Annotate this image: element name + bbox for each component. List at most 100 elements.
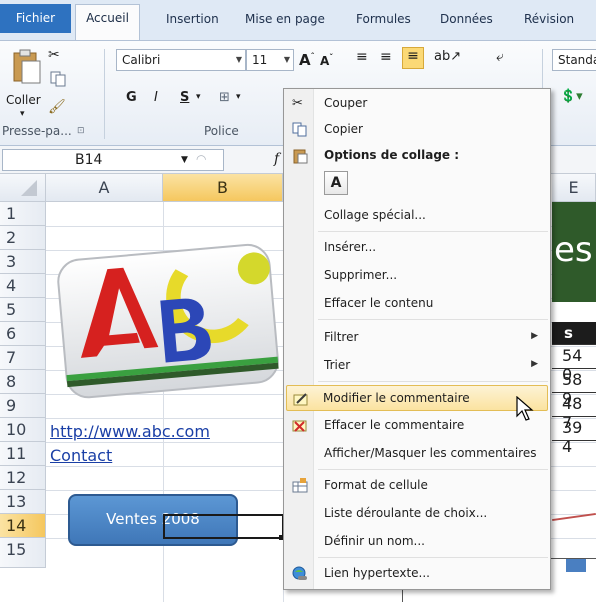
currency-format-icon[interactable]: 💲▾: [560, 89, 583, 104]
paste-option-icon[interactable]: A: [324, 171, 348, 195]
orientation-icon[interactable]: ab↗: [434, 49, 461, 64]
scissors-icon[interactable]: ✂: [48, 47, 60, 63]
menu-item-lien-hypertexte[interactable]: Lien hypertexte...: [286, 561, 548, 587]
dialog-launcher-icon[interactable]: ⊡: [77, 126, 85, 136]
name-box[interactable]: B14 ▼: [2, 149, 224, 171]
green-banner: es: [552, 202, 596, 302]
row-header-5[interactable]: 5: [0, 298, 46, 322]
value-cell: 39 4: [562, 418, 583, 456]
copy-button[interactable]: [50, 71, 66, 87]
banner-text: es: [554, 230, 593, 270]
row-header-14[interactable]: 14: [0, 514, 46, 538]
tab-formules[interactable]: Formules: [356, 12, 411, 26]
submenu-arrow-icon: ▶: [531, 331, 538, 341]
tab-accueil[interactable]: Accueil: [75, 4, 140, 41]
abc-logo-image[interactable]: [52, 240, 286, 400]
column-header-e[interactable]: E: [552, 174, 596, 202]
font-size-select[interactable]: 11 ▼: [246, 49, 294, 71]
tab-insertion[interactable]: Insertion: [166, 12, 219, 26]
row-header-10[interactable]: 10: [0, 418, 46, 442]
paste-button[interactable]: [10, 49, 42, 85]
menu-item-inserer[interactable]: Insérer...: [286, 235, 548, 261]
menu-item-copier[interactable]: Copier: [286, 117, 548, 143]
row-header-3[interactable]: 3: [0, 250, 46, 274]
format-cells-icon: [292, 478, 308, 494]
row-header-12[interactable]: 12: [0, 466, 46, 490]
menu-item-couper[interactable]: ✂ Couper: [286, 91, 548, 117]
menu-item-modifier-le-commentaire[interactable]: Modifier le commentaire: [286, 385, 548, 411]
grow-font-icon[interactable]: Aˆ: [299, 51, 315, 69]
ribbon-tab-bar: Fichier Accueil Insertion Mise en page F…: [0, 0, 596, 41]
corner-triangle-icon: [20, 180, 37, 196]
select-all-corner[interactable]: [0, 174, 46, 202]
scissors-icon: ✂: [292, 96, 303, 111]
row-header-9[interactable]: 9: [0, 394, 46, 418]
row-header-13[interactable]: 13: [0, 490, 46, 514]
number-format-select[interactable]: Standa: [552, 49, 596, 71]
paste-label[interactable]: Coller: [6, 93, 41, 107]
row-header-4[interactable]: 4: [0, 274, 46, 298]
format-painter-icon[interactable]: 🖌: [48, 99, 66, 115]
copy-icon: [50, 71, 66, 87]
row-header-11[interactable]: 11: [0, 442, 46, 466]
row-header-15[interactable]: 15: [0, 538, 46, 568]
number-format-value: Standa: [558, 53, 596, 67]
italic-button[interactable]: I: [154, 90, 158, 105]
tab-fichier[interactable]: Fichier: [0, 4, 71, 33]
row-header-7[interactable]: 7: [0, 346, 46, 370]
menu-item-effacer-le-commentaire[interactable]: Effacer le commentaire: [286, 413, 548, 439]
menu-item-options-de-collage: Options de collage :: [286, 143, 548, 169]
fx-label[interactable]: f: [274, 151, 279, 167]
chevron-down-icon[interactable]: ▾: [236, 92, 241, 102]
menu-item-effacer-le-contenu[interactable]: Effacer le contenu: [286, 291, 548, 317]
formula-cancel-icon: ◠: [196, 152, 207, 166]
table-header-cell: s: [552, 322, 596, 344]
chevron-down-icon: ▼: [181, 155, 188, 165]
wrap-text-icon[interactable]: ⤶: [496, 49, 504, 65]
row-header-1[interactable]: 1: [0, 202, 46, 226]
font-name-select[interactable]: Calibri ▼: [116, 49, 246, 71]
menu-item-liste-deroulante[interactable]: Liste déroulante de choix...: [286, 501, 548, 527]
link-contact[interactable]: Contact: [50, 446, 112, 465]
tab-revision[interactable]: Révision: [524, 12, 574, 26]
font-size-value: 11: [252, 53, 268, 67]
paste-dropdown-icon[interactable]: ▾: [20, 109, 25, 119]
mouse-cursor: [516, 395, 536, 422]
menu-item-afficher-masquer-commentaires[interactable]: Afficher/Masquer les commentaires: [286, 441, 548, 467]
menu-item-paste-option[interactable]: A: [286, 169, 548, 199]
menu-item-supprimer[interactable]: Supprimer...: [286, 263, 548, 289]
bold-button[interactable]: G: [126, 90, 137, 105]
row-header-8[interactable]: 8: [0, 370, 46, 394]
context-menu: ✂ Couper Copier Options de collage : A C…: [283, 88, 551, 590]
cursor-arrow-icon: [516, 395, 534, 421]
menu-item-filtrer[interactable]: Filtrer ▶: [286, 325, 548, 351]
borders-icon[interactable]: ⊞: [219, 90, 230, 105]
menu-item-definir-un-nom[interactable]: Définir un nom...: [286, 529, 548, 555]
link-abc-website[interactable]: http://www.abc.com: [50, 422, 210, 441]
align-top-icon[interactable]: ≡: [356, 49, 368, 65]
tab-donnees[interactable]: Données: [440, 12, 493, 26]
row-header-6[interactable]: 6: [0, 322, 46, 346]
chevron-down-icon: ▼: [283, 55, 290, 64]
shrink-font-icon[interactable]: Aˇ: [320, 53, 333, 68]
underline-button[interactable]: S: [180, 90, 189, 105]
menu-item-format-de-cellule[interactable]: Format de cellule: [286, 473, 548, 499]
column-header-a[interactable]: A: [46, 174, 163, 202]
selected-cell-b14[interactable]: [163, 514, 284, 539]
align-middle-icon[interactable]: ≡: [380, 49, 392, 65]
menu-item-collage-special[interactable]: Collage spécial...: [286, 203, 548, 229]
edit-comment-icon: [293, 391, 309, 407]
abc-logo-graphic: [57, 243, 279, 399]
row-header-2[interactable]: 2: [0, 226, 46, 250]
chevron-down-icon[interactable]: ▾: [196, 92, 201, 102]
tab-mise-en-page[interactable]: Mise en page: [245, 12, 325, 26]
name-box-value: B14: [75, 152, 103, 168]
group-label-clipboard: Presse-pa...: [2, 124, 72, 138]
menu-item-trier[interactable]: Trier ▶: [286, 353, 548, 379]
clipboard-icon: [292, 148, 308, 164]
chevron-down-icon: ▼: [235, 55, 242, 64]
column-header-b[interactable]: B: [163, 174, 283, 202]
hyperlink-icon: [292, 566, 308, 582]
align-bottom-icon[interactable]: ≡: [402, 47, 424, 69]
clipboard-icon: [13, 49, 41, 84]
